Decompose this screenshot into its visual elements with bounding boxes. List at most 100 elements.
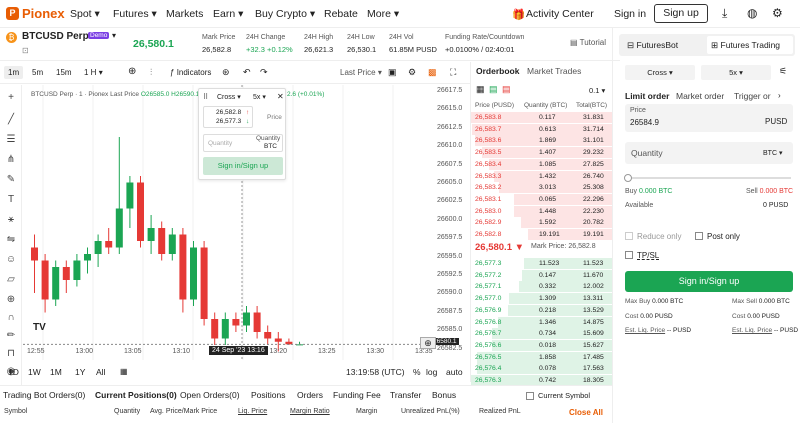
book-row[interactable]: 26,577.0 1.309 13.311 xyxy=(471,293,613,305)
auto-toggle[interactable]: auto xyxy=(446,367,463,377)
info-icon[interactable]: ⊡ xyxy=(22,46,29,55)
settings-icon[interactable]: ⚙ xyxy=(772,6,783,20)
range-1m[interactable]: 1M xyxy=(50,367,62,377)
zoom-icon[interactable]: ⊕ xyxy=(4,293,18,307)
book-row[interactable]: 26,583.2 3.013 25.308 xyxy=(471,182,613,194)
drag-handle-icon[interactable]: ⠿ xyxy=(203,93,208,101)
quantity-input[interactable]: Quantity BTC ▾ xyxy=(625,142,793,164)
amount-slider[interactable] xyxy=(627,177,791,179)
emoji-icon[interactable]: ☺ xyxy=(4,253,18,267)
unit-select[interactable]: BTC ▾ xyxy=(763,149,782,157)
redo-icon[interactable]: ↷ xyxy=(260,67,268,78)
text-icon[interactable]: T xyxy=(4,193,18,207)
globe-icon[interactable]: ◍ xyxy=(747,6,757,20)
download-icon[interactable]: ⤓ xyxy=(722,6,727,21)
measure-icon[interactable]: ⇋ xyxy=(4,233,18,247)
chevron-down-icon[interactable]: ▾ xyxy=(112,31,116,40)
margin-mode-select[interactable]: Cross ▾ xyxy=(625,65,695,80)
layout-icon[interactable]: ⊛ xyxy=(222,67,230,78)
book-row[interactable]: 26,576.7 0.734 15.609 xyxy=(471,328,613,340)
percent-toggle[interactable]: % xyxy=(413,367,421,377)
price-input[interactable]: Price 26584.9 PUSD xyxy=(625,104,793,132)
book-row[interactable]: 26,583.6 1.869 31.101 xyxy=(471,135,613,147)
range-1w[interactable]: 1W xyxy=(28,367,41,377)
popup-quantity-input[interactable]: Quantity Quantity BTC xyxy=(203,134,283,152)
book-row[interactable]: 26,577.3 11.523 11.523 xyxy=(471,258,613,269)
lock-icon[interactable]: ⊓ xyxy=(4,347,18,361)
book-row[interactable]: 26,583.3 1.432 26.740 xyxy=(471,170,613,182)
slider-handle[interactable] xyxy=(624,174,632,182)
camera-icon[interactable]: ▣ xyxy=(388,67,397,78)
overlay-icon[interactable]: ▩ xyxy=(428,67,437,78)
book-row[interactable]: 26,583.5 1.407 29.232 xyxy=(471,147,613,159)
tutorial-link[interactable]: ▤ Tutorial xyxy=(570,38,606,47)
book-row[interactable]: 26,583.8 0.117 31.831 xyxy=(471,112,613,123)
book-row[interactable]: 26,576.4 0.078 17.563 xyxy=(471,363,613,375)
brush-icon[interactable]: ✎ xyxy=(4,173,18,187)
nav-earn[interactable]: Earn ▾ xyxy=(213,8,243,20)
bottom-tab[interactable]: Bonus xyxy=(432,390,456,400)
pattern-icon[interactable]: ⚹ xyxy=(4,213,18,227)
last-price-selector[interactable]: Last Price ▾ xyxy=(340,68,382,77)
leverage-select[interactable]: 5x ▾ xyxy=(701,65,771,80)
book-row[interactable]: 26,576.5 1.858 17.485 xyxy=(471,351,613,363)
order-type-limit[interactable]: Limit order xyxy=(625,91,669,101)
chevron-right-icon[interactable]: › xyxy=(778,91,781,100)
nav-futures[interactable]: Futures ▾ xyxy=(113,8,157,20)
bottom-tab[interactable]: Transfer xyxy=(390,390,421,400)
margin-mode-select[interactable]: Cross ▾ xyxy=(217,93,241,101)
book-bids-icon[interactable]: ▤ xyxy=(489,84,498,95)
trendline-icon[interactable]: ╱ xyxy=(4,113,18,127)
interval-1m[interactable]: 1m xyxy=(4,66,24,79)
ruler-icon[interactable]: ▱ xyxy=(4,273,18,287)
symbol-selector[interactable]: BTCUSD Perp xyxy=(22,31,89,42)
nav-markets[interactable]: Markets xyxy=(166,8,203,20)
popup-price-input[interactable]: 26,582.8 ↑ 26,577.3 ↓ xyxy=(203,106,253,128)
utc-clock[interactable]: 13:19:58 (UTC) xyxy=(346,367,405,377)
reduce-only-checkbox[interactable] xyxy=(625,232,633,240)
tpsl-checkbox[interactable] xyxy=(625,251,633,259)
hlines-icon[interactable]: ☰ xyxy=(4,133,18,147)
order-type-market[interactable]: Market order xyxy=(676,91,724,101)
settings-icon[interactable]: ⚙ xyxy=(408,67,416,78)
book-row[interactable]: 26,577.2 0.147 11.670 xyxy=(471,269,613,281)
range-1d[interactable]: 1D xyxy=(8,367,19,377)
nav-more[interactable]: More ▾ xyxy=(367,8,399,20)
book-row[interactable]: 26,582.8 19.191 19.191 xyxy=(471,229,613,240)
book-asks-icon[interactable]: ▤ xyxy=(502,84,511,95)
fullscreen-icon[interactable]: ⛶ xyxy=(450,67,456,78)
pitchfork-icon[interactable]: ⋔ xyxy=(4,153,18,167)
sliders-icon[interactable]: ⚟ xyxy=(779,66,787,77)
book-row[interactable]: 26,576.8 1.346 14.875 xyxy=(471,316,613,328)
book-both-icon[interactable]: ▦ xyxy=(476,84,485,95)
bottom-tab[interactable]: Funding Fee xyxy=(333,390,381,400)
signin-signup-button[interactable]: Sign in/Sign up xyxy=(625,271,793,292)
nav-rebate[interactable]: Rebate xyxy=(324,8,358,20)
add-icon[interactable]: ⊕ xyxy=(128,66,136,77)
undo-icon[interactable]: ↶ xyxy=(243,67,251,78)
book-row[interactable]: 26,576.9 0.218 13.529 xyxy=(471,304,613,316)
sign-in-link[interactable]: Sign in xyxy=(614,8,646,20)
interval-1h[interactable]: 1 H ▾ xyxy=(84,68,103,77)
step-select[interactable]: 0.1 ▾ xyxy=(589,86,605,95)
interval-5m[interactable]: 5m xyxy=(32,68,43,77)
nav-buy-crypto[interactable]: Buy Crypto ▾ xyxy=(255,8,315,20)
log-toggle[interactable]: log xyxy=(426,367,437,377)
bottom-tab[interactable]: Orders xyxy=(297,390,323,400)
bottom-tab[interactable]: Current Positions(0) xyxy=(95,390,177,400)
calendar-icon[interactable]: ▦ xyxy=(120,367,128,376)
magnet-icon[interactable]: ∩ xyxy=(4,311,18,325)
range-1y[interactable]: 1Y xyxy=(75,367,85,377)
tab-orderbook[interactable]: Orderbook xyxy=(476,66,519,76)
activity-center-link[interactable]: Activity Center xyxy=(526,8,594,20)
bottom-tab[interactable]: Trading Bot Orders(0) xyxy=(3,390,85,400)
book-row[interactable]: 26,576.6 0.018 15.627 xyxy=(471,339,613,351)
order-type-trigger[interactable]: Trigger or xyxy=(734,91,771,101)
pionex-logo[interactable]: P Pionex xyxy=(6,6,65,21)
lock-drawing-icon[interactable]: ✏ xyxy=(4,329,18,343)
current-symbol-checkbox[interactable] xyxy=(526,392,534,400)
interval-15m[interactable]: 15m xyxy=(56,68,72,77)
bottom-tab[interactable]: Open Orders(0) xyxy=(180,390,240,400)
bottom-tab[interactable]: Positions xyxy=(251,390,286,400)
candle-style-icon[interactable]: ⫶ xyxy=(150,67,152,78)
